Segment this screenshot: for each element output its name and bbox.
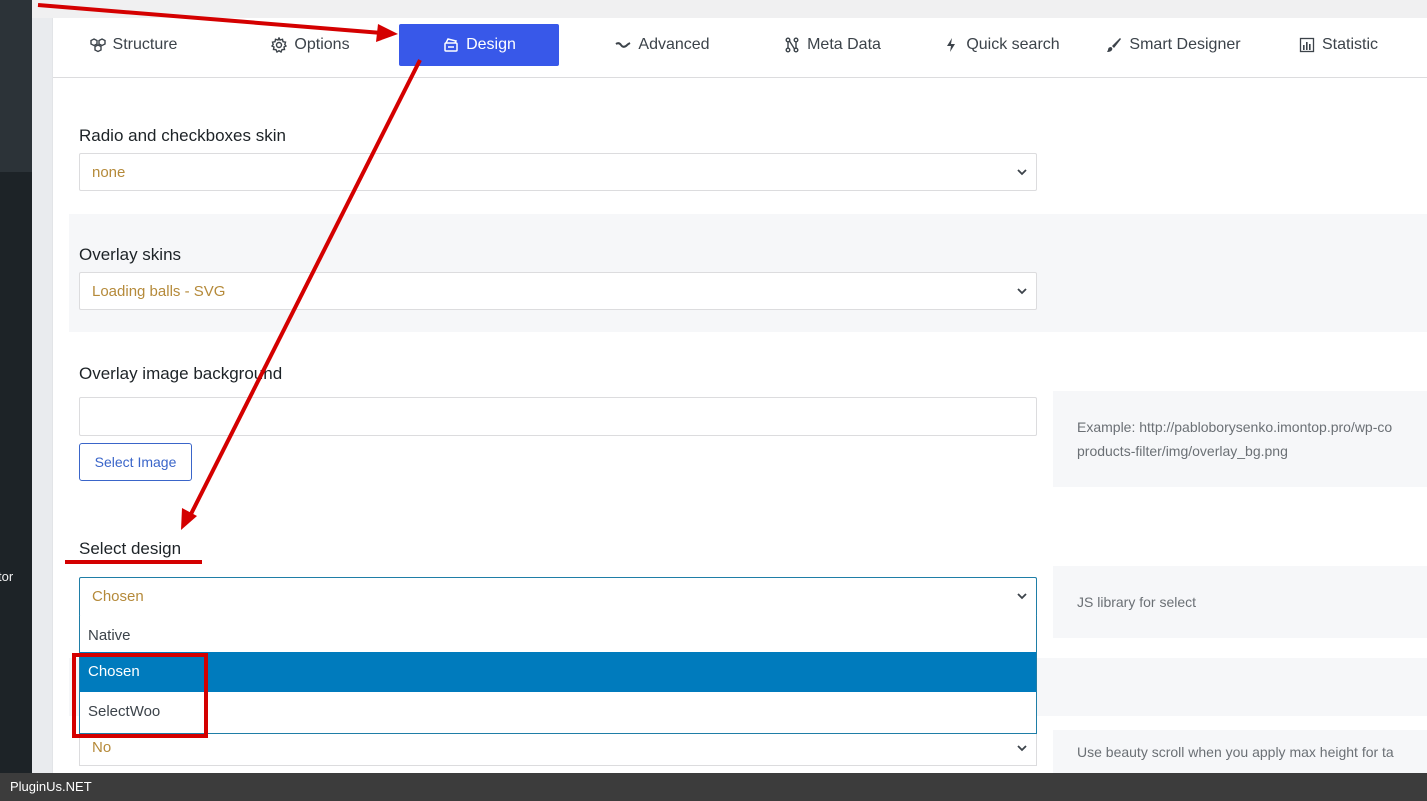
select-image-button[interactable]: Select Image xyxy=(79,443,192,481)
tab-options[interactable]: Options xyxy=(230,24,390,66)
tab-advanced-label: Advanced xyxy=(638,36,710,53)
tab-smart-designer-label: Smart Designer xyxy=(1129,36,1241,53)
brush-icon xyxy=(1105,36,1123,54)
overlay-bg-input[interactable] xyxy=(79,397,1037,436)
top-strip xyxy=(32,0,1427,18)
sidebar-top-block xyxy=(0,0,32,172)
beauty-scroll-help: Use beauty scroll when you apply max hei… xyxy=(1053,730,1427,775)
radio-skin-label: Radio and checkboxes skin xyxy=(79,126,286,145)
radio-skin-select[interactable]: none xyxy=(79,153,1037,191)
tab-statistic[interactable]: Statistic xyxy=(1263,24,1413,66)
tab-structure[interactable]: Structure xyxy=(53,24,213,66)
bar-chart-icon xyxy=(1298,36,1316,54)
dropdown-option-highlighted[interactable]: Chosen xyxy=(80,652,1036,692)
palette-icon xyxy=(442,36,460,54)
bolt-icon xyxy=(942,36,960,54)
overlay-bg-help: Example: http://pabloborysenko.imontop.p… xyxy=(1053,391,1427,487)
sidebar-menu-fragment[interactable]: tor xyxy=(0,569,13,584)
tab-quick-search-label: Quick search xyxy=(966,36,1060,53)
overlay-skins-value: Loading balls - SVG xyxy=(92,283,226,300)
flow-icon xyxy=(783,36,801,54)
dropdown-option[interactable]: Native xyxy=(80,616,1036,656)
gear-icon xyxy=(270,36,288,54)
tab-advanced[interactable]: Advanced xyxy=(582,24,742,66)
radio-skin-value: none xyxy=(92,164,126,181)
tab-meta-data[interactable]: Meta Data xyxy=(752,24,912,66)
tab-meta-data-label: Meta Data xyxy=(807,36,881,53)
tab-design-label: Design xyxy=(466,36,516,53)
select-design-value: Chosen xyxy=(92,588,144,605)
chevron-down-icon xyxy=(1017,745,1027,752)
select-design-help: JS library for select xyxy=(1053,566,1427,638)
admin-sidebar: tor xyxy=(0,0,32,773)
tab-quick-search[interactable]: Quick search xyxy=(921,24,1081,66)
dropdown-option[interactable]: SelectWoo xyxy=(80,692,1036,732)
tab-structure-label: Structure xyxy=(112,36,178,53)
select-design-select[interactable]: Chosen xyxy=(79,577,1037,617)
tab-bar: Structure Options Design Advanced Meta D… xyxy=(53,18,1427,78)
settings-panel: Structure Options Design Advanced Meta D… xyxy=(52,18,1427,775)
chevron-down-icon xyxy=(1017,288,1027,295)
overlay-skins-label: Overlay skins xyxy=(79,245,182,264)
overlay-bg-label: Overlay image background xyxy=(79,364,283,383)
wave-icon xyxy=(614,36,632,54)
overlay-bg-help-line2: products-filter/img/overlay_bg.png xyxy=(1077,443,1288,459)
select-design-dropdown: Native Chosen SelectWoo xyxy=(79,616,1037,734)
select-design-label: Select design xyxy=(79,539,182,558)
watermark-footer: PluginUs.NET xyxy=(0,773,1427,801)
chevron-down-icon xyxy=(1017,169,1027,176)
tab-statistic-label: Statistic xyxy=(1321,36,1378,53)
chevron-down-icon xyxy=(1017,593,1027,600)
tab-smart-designer[interactable]: Smart Designer xyxy=(1088,24,1258,66)
tab-options-label: Options xyxy=(294,36,350,53)
beauty-scroll-select[interactable]: No xyxy=(79,730,1037,766)
overlay-skins-select[interactable]: Loading balls - SVG xyxy=(79,272,1037,310)
overlay-bg-help-line1: Example: http://pabloborysenko.imontop.p… xyxy=(1077,419,1393,435)
tab-design[interactable]: Design xyxy=(399,24,559,66)
beauty-scroll-value: No xyxy=(92,739,112,756)
cubes-icon xyxy=(89,36,107,54)
